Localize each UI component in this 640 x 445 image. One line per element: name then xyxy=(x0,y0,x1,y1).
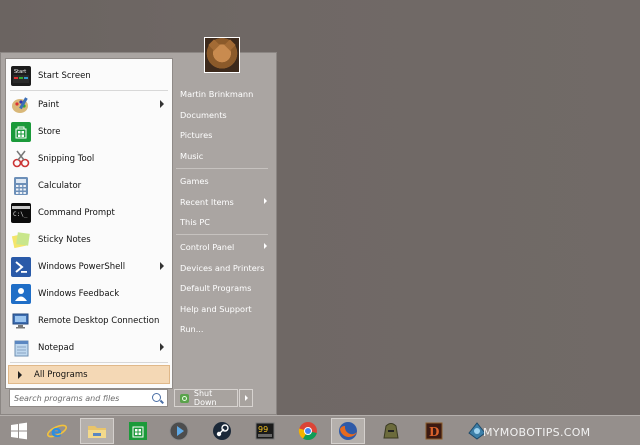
menu-item-label: Games xyxy=(180,176,209,186)
feedback-icon xyxy=(11,283,31,304)
menu-item-label: This PC xyxy=(180,217,210,227)
submenu-arrow-icon[interactable] xyxy=(160,343,164,351)
program-label: Start Screen xyxy=(38,70,91,81)
internet-explorer-icon[interactable]: e xyxy=(40,418,74,444)
menu-item-this-pc[interactable]: This PC xyxy=(174,212,272,232)
svg-text:C:\_: C:\_ xyxy=(13,211,28,218)
menu-item-music[interactable]: Music xyxy=(174,146,272,166)
menu-item-user[interactable]: Martin Brinkmann xyxy=(174,84,272,104)
all-programs-label: All Programs xyxy=(34,369,88,380)
shutdown-options-button[interactable] xyxy=(239,389,253,407)
submenu-arrow-icon[interactable] xyxy=(160,262,164,270)
program-label: Command Prompt xyxy=(38,207,115,218)
game-99-icon[interactable]: 99 xyxy=(248,418,282,444)
submenu-arrow-icon[interactable] xyxy=(264,198,267,204)
menu-item-pictures[interactable]: Pictures xyxy=(174,125,272,145)
program-item-notepad[interactable]: Notepad xyxy=(8,335,170,360)
command-prompt-icon: C:\_ xyxy=(11,202,31,223)
divider xyxy=(10,90,168,91)
menu-item-help-support[interactable]: Help and Support xyxy=(174,299,272,319)
program-label: Windows PowerShell xyxy=(38,261,126,272)
calculator-icon xyxy=(11,176,31,196)
search-input[interactable] xyxy=(14,391,142,405)
menu-item-run[interactable]: Run... xyxy=(174,319,272,339)
program-item-calculator[interactable]: Calculator xyxy=(8,173,170,198)
program-label: Paint xyxy=(38,99,60,110)
menu-item-label: Default Programs xyxy=(180,283,252,293)
menu-item-label: Recent Items xyxy=(180,197,234,207)
search-icon[interactable] xyxy=(152,393,161,402)
search-box[interactable] xyxy=(9,389,168,407)
program-label: Snipping Tool xyxy=(38,153,95,164)
program-item-sticky-notes[interactable]: Sticky Notes xyxy=(8,227,170,252)
expand-arrow-icon xyxy=(18,370,22,379)
menu-item-label: Documents xyxy=(180,110,227,120)
program-item-command-prompt[interactable]: C:\_ Command Prompt xyxy=(8,200,170,225)
start-button-icon[interactable] xyxy=(2,418,36,444)
menu-item-recent-items[interactable]: Recent Items xyxy=(174,192,272,212)
divider xyxy=(176,168,268,169)
menu-item-documents[interactable]: Documents xyxy=(174,105,272,125)
program-item-paint[interactable]: Paint xyxy=(8,92,170,117)
diablo-icon[interactable]: D xyxy=(417,418,451,444)
snipping-tool-icon xyxy=(11,149,31,169)
store-icon xyxy=(11,121,31,142)
menu-item-control-panel[interactable]: Control Panel xyxy=(174,237,272,257)
svg-text:D: D xyxy=(429,425,439,439)
program-label: Notepad xyxy=(38,342,75,353)
menu-item-devices-printers[interactable]: Devices and Printers xyxy=(174,258,272,278)
chrome-icon[interactable] xyxy=(291,418,325,444)
game-helmet-icon[interactable] xyxy=(374,418,408,444)
menu-item-label: Run... xyxy=(180,324,204,334)
program-label: Windows Feedback xyxy=(38,288,120,299)
sticky-notes-icon xyxy=(11,230,31,250)
store-taskbar-icon[interactable] xyxy=(121,418,155,444)
firefox-icon[interactable] xyxy=(331,418,365,444)
all-programs-button[interactable]: All Programs xyxy=(8,365,170,384)
program-item-windows-feedback[interactable]: Windows Feedback xyxy=(8,281,170,306)
menu-item-label: Martin Brinkmann xyxy=(180,89,254,99)
program-item-snipping-tool[interactable]: Snipping Tool xyxy=(8,146,170,171)
program-label: Sticky Notes xyxy=(38,234,91,245)
menu-item-label: Pictures xyxy=(180,130,213,140)
media-player-icon[interactable] xyxy=(162,418,196,444)
submenu-arrow-icon[interactable] xyxy=(160,100,164,108)
paint-icon xyxy=(11,95,31,115)
svg-text:99: 99 xyxy=(258,425,268,434)
start-screen-icon: Start xyxy=(11,65,31,86)
menu-item-label: Help and Support xyxy=(180,304,252,314)
program-item-store[interactable]: Store xyxy=(8,119,170,144)
menu-item-label: Devices and Printers xyxy=(180,263,265,273)
menu-item-games[interactable]: Games xyxy=(174,171,272,191)
svg-text:e: e xyxy=(51,422,62,441)
remote-desktop-icon xyxy=(11,311,31,331)
programs-pane: Start Start Screen Paint Store Snipping … xyxy=(5,58,173,389)
program-item-remote-desktop[interactable]: Remote Desktop Connection xyxy=(8,308,170,333)
program-label: Remote Desktop Connection xyxy=(38,315,160,326)
shutdown-label: Shut Down xyxy=(193,389,217,407)
notepad-icon xyxy=(11,338,31,358)
menu-item-default-programs[interactable]: Default Programs xyxy=(174,278,272,298)
file-explorer-icon[interactable] xyxy=(80,418,114,444)
shutdown-button[interactable]: Shut Down xyxy=(174,389,238,407)
user-avatar[interactable] xyxy=(204,37,240,73)
power-icon xyxy=(180,393,189,403)
divider xyxy=(10,362,168,363)
powershell-icon xyxy=(11,256,31,277)
program-label: Store xyxy=(38,126,61,137)
steam-icon[interactable] xyxy=(205,418,239,444)
submenu-arrow-icon[interactable] xyxy=(264,243,267,249)
program-label: Calculator xyxy=(38,180,82,191)
menu-item-label: Music xyxy=(180,151,204,161)
menu-item-label: Control Panel xyxy=(180,242,235,252)
svg-text:Start: Start xyxy=(14,69,26,75)
watermark: MYMOBOTIPS.COM xyxy=(483,426,591,439)
program-item-windows-powershell[interactable]: Windows PowerShell xyxy=(8,254,170,279)
program-item-start-screen[interactable]: Start Start Screen xyxy=(8,63,170,88)
divider xyxy=(176,234,268,235)
